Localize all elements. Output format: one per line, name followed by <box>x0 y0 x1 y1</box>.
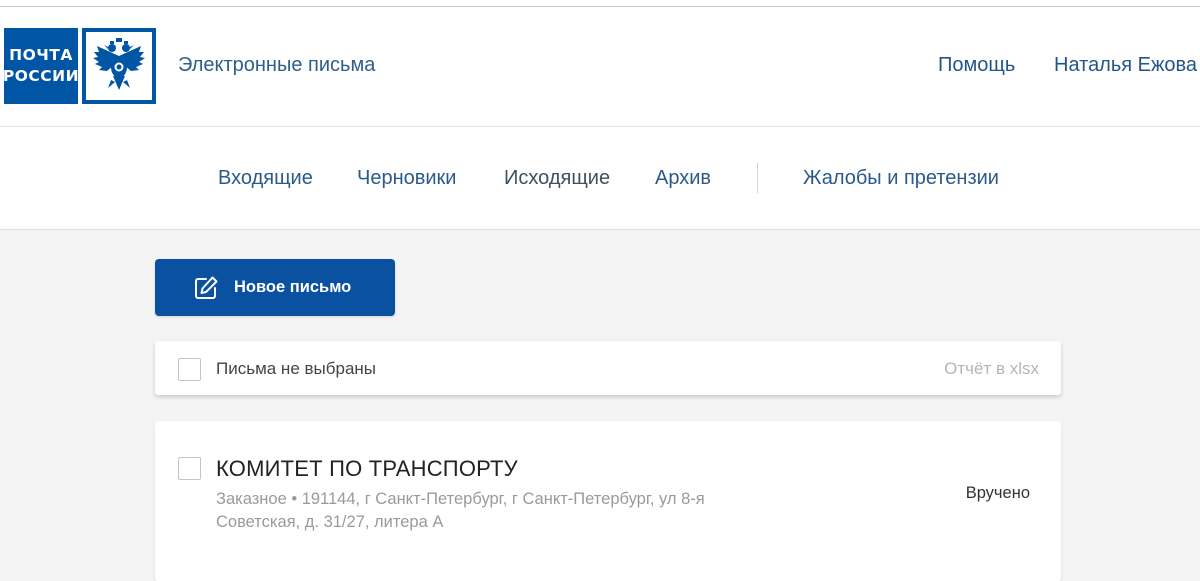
window-top-edge <box>0 0 1200 7</box>
tab-outgoing[interactable]: Исходящие <box>504 167 610 190</box>
selection-status: Письма не выбраны <box>216 359 377 378</box>
service-title: Электронные письма <box>178 54 376 76</box>
letter-recipient: КОМИТЕТ ПО ТРАНСПОРТУ <box>216 456 518 481</box>
logo-line-1: ПОЧТА <box>9 46 73 64</box>
xlsx-report-link[interactable]: Отчёт в xlsx <box>944 359 1039 379</box>
letter-list-item[interactable]: КОМИТЕТ ПО ТРАНСПОРТУ Заказное • 191144,… <box>155 421 1061 581</box>
emblem-frame <box>86 32 152 100</box>
letter-checkbox[interactable] <box>178 457 201 480</box>
double-headed-eagle-icon <box>93 38 145 90</box>
tab-archive[interactable]: Архив <box>655 167 711 190</box>
pochta-rossii-logo[interactable]: ПОЧТА РОССИИ <box>2 28 156 104</box>
site-header: ПОЧТА РОССИИ Электронные письма Помощь Н… <box>0 7 1200 127</box>
tab-complaints[interactable]: Жалобы и претензии <box>803 167 999 190</box>
mail-folders-nav: Входящие Черновики Исходящие Архив Жалоб… <box>0 127 1200 230</box>
help-link[interactable]: Помощь <box>938 54 1015 77</box>
logo-wordmark: ПОЧТА РОССИИ <box>2 28 80 104</box>
new-letter-button[interactable]: Новое письмо <box>155 259 395 316</box>
edit-icon <box>192 274 220 302</box>
letter-details: Заказное • 191144, г Санкт-Петербург, г … <box>216 490 705 531</box>
logo-line-2: РОССИИ <box>2 67 80 85</box>
nav-divider <box>757 163 758 193</box>
tab-inbox[interactable]: Входящие <box>218 167 313 190</box>
new-letter-label: Новое письмо <box>234 278 352 296</box>
letter-status: Вручено <box>965 484 1030 502</box>
user-profile-link[interactable]: Наталья Ежова <box>1054 54 1197 77</box>
letters-toolbar: Письма не выбраны Отчёт в xlsx <box>155 341 1061 395</box>
tab-drafts[interactable]: Черновики <box>357 167 456 190</box>
select-all-checkbox[interactable] <box>178 358 201 381</box>
emblem-block <box>82 28 156 104</box>
